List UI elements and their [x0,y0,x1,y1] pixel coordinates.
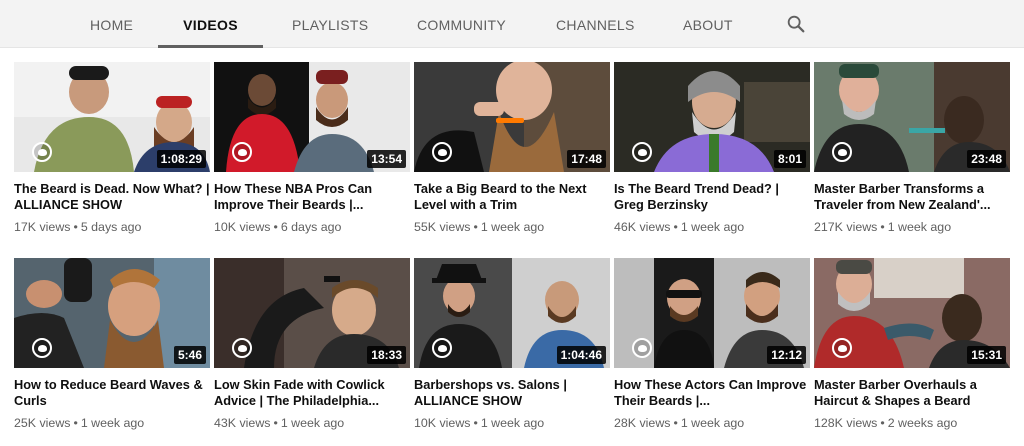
view-count: 217K views [814,220,878,234]
view-count: 55K views [414,220,471,234]
video-title[interactable]: Is The Beard Trend Dead? | Greg Berzinsk… [614,181,810,213]
channel-logo-icon [232,142,252,162]
tab-community[interactable]: COMMUNITY [417,0,506,48]
duration-badge: 1:08:29 [156,150,206,168]
video-title[interactable]: Take a Big Beard to the Next Level with … [414,181,610,213]
video-title[interactable]: How These NBA Pros Can Improve Their Bea… [214,181,410,213]
video-card[interactable]: 1:08:29 The Beard is Dead. Now What? | AL… [14,62,210,235]
video-thumbnail[interactable]: 8:01 [614,62,810,172]
duration-badge: 18:33 [367,346,406,364]
upload-age: 1 week ago [480,220,545,234]
view-count: 10K views [214,220,271,234]
tab-channels[interactable]: CHANNELS [556,0,634,48]
upload-age: 6 days ago [280,220,342,234]
video-metadata: 55K views • 1 week ago [414,219,610,235]
channel-logo-icon [832,338,852,358]
channel-logo-icon [32,338,52,358]
video-title[interactable]: Barbershops vs. Salons | ALLIANCE SHOW [414,377,610,409]
video-title[interactable]: Master Barber Overhauls a Haircut & Shap… [814,377,1010,409]
separator-dot: • [473,416,478,430]
upload-age: 5 days ago [80,220,142,234]
video-card[interactable]: 12:12 How These Actors Can Improve Their … [614,258,810,431]
video-metadata: 217K views • 1 week ago [814,219,1010,235]
video-card[interactable]: 1:04:46 Barbershops vs. Salons | ALLIANCE… [414,258,610,431]
video-card[interactable]: 8:01 Is The Beard Trend Dead? | Greg Berz… [614,62,810,235]
video-thumbnail[interactable]: 5:46 [14,258,210,368]
video-thumbnail[interactable]: 18:33 [214,258,410,368]
duration-badge: 12:12 [767,346,806,364]
channel-logo-icon [232,338,252,358]
upload-age: 1 week ago [480,416,545,430]
duration-badge: 5:46 [173,346,206,364]
channel-tab-bar: HOME VIDEOS PLAYLISTS COMMUNITY CHANNELS… [0,0,1024,48]
duration-badge: 17:48 [567,150,606,168]
duration-badge: 23:48 [967,150,1006,168]
tab-about[interactable]: ABOUT [683,0,732,48]
upload-age: 1 week ago [887,220,952,234]
video-card[interactable]: 13:54 How These NBA Pros Can Improve Thei… [214,62,410,235]
separator-dot: • [880,416,885,430]
video-thumbnail[interactable]: 17:48 [414,62,610,172]
separator-dot: • [73,220,78,234]
view-count: 25K views [14,416,71,430]
video-metadata: 25K views • 1 week ago [14,415,210,431]
tab-playlists[interactable]: PLAYLISTS [292,0,368,48]
duration-badge: 1:04:46 [556,346,606,364]
separator-dot: • [673,220,678,234]
view-count: 46K views [614,220,671,234]
video-thumbnail[interactable]: 1:04:46 [414,258,610,368]
video-metadata: 17K views • 5 days ago [14,219,210,235]
channel-logo-icon [632,142,652,162]
video-card[interactable]: 18:33 Low Skin Fade with Cowlick Advice |… [214,258,410,431]
view-count: 17K views [14,220,71,234]
channel-logo-icon [832,142,852,162]
upload-age: 1 week ago [280,416,345,430]
video-title[interactable]: How These Actors Can Improve Their Beard… [614,377,810,409]
view-count: 128K views [814,416,878,430]
separator-dot: • [880,220,885,234]
duration-badge: 15:31 [967,346,1006,364]
video-thumbnail[interactable]: 12:12 [614,258,810,368]
video-title[interactable]: Master Barber Transforms a Traveler from… [814,181,1010,213]
video-thumbnail[interactable]: 23:48 [814,62,1010,172]
video-thumbnail[interactable]: 13:54 [214,62,410,172]
video-title[interactable]: The Beard is Dead. Now What? | ALLIANCE … [14,181,210,213]
search-icon[interactable] [785,13,807,35]
view-count: 43K views [214,416,271,430]
view-count: 10K views [414,416,471,430]
video-metadata: 43K views • 1 week ago [214,415,410,431]
separator-dot: • [73,416,78,430]
video-metadata: 46K views • 1 week ago [614,219,810,235]
channel-logo-icon [32,142,52,162]
video-card[interactable]: 5:46 How to Reduce Beard Waves & Curls 25K… [14,258,210,431]
video-metadata: 10K views • 6 days ago [214,219,410,235]
channel-logo-icon [432,142,452,162]
video-card[interactable]: 17:48 Take a Big Beard to the Next Level … [414,62,610,235]
video-card[interactable]: 15:31 Master Barber Overhauls a Haircut &… [814,258,1010,431]
video-title[interactable]: Low Skin Fade with Cowlick Advice | The … [214,377,410,409]
video-card[interactable]: 23:48 Master Barber Transforms a Traveler… [814,62,1010,235]
upload-age: 1 week ago [680,220,745,234]
video-metadata: 128K views • 2 weeks ago [814,415,1010,431]
video-thumbnail[interactable]: 1:08:29 [14,62,210,172]
duration-badge: 13:54 [367,150,406,168]
video-metadata: 28K views • 1 week ago [614,415,810,431]
video-metadata: 10K views • 1 week ago [414,415,610,431]
video-title[interactable]: How to Reduce Beard Waves & Curls [14,377,210,409]
separator-dot: • [273,220,278,234]
upload-age: 2 weeks ago [887,416,958,430]
upload-age: 1 week ago [80,416,145,430]
upload-age: 1 week ago [680,416,745,430]
video-thumbnail[interactable]: 15:31 [814,258,1010,368]
duration-badge: 8:01 [773,150,806,168]
tab-home[interactable]: HOME [90,0,133,48]
channel-logo-icon [632,338,652,358]
tab-videos[interactable]: VIDEOS [158,0,263,48]
separator-dot: • [673,416,678,430]
separator-dot: • [473,220,478,234]
view-count: 28K views [614,416,671,430]
channel-logo-icon [432,338,452,358]
separator-dot: • [273,416,278,430]
